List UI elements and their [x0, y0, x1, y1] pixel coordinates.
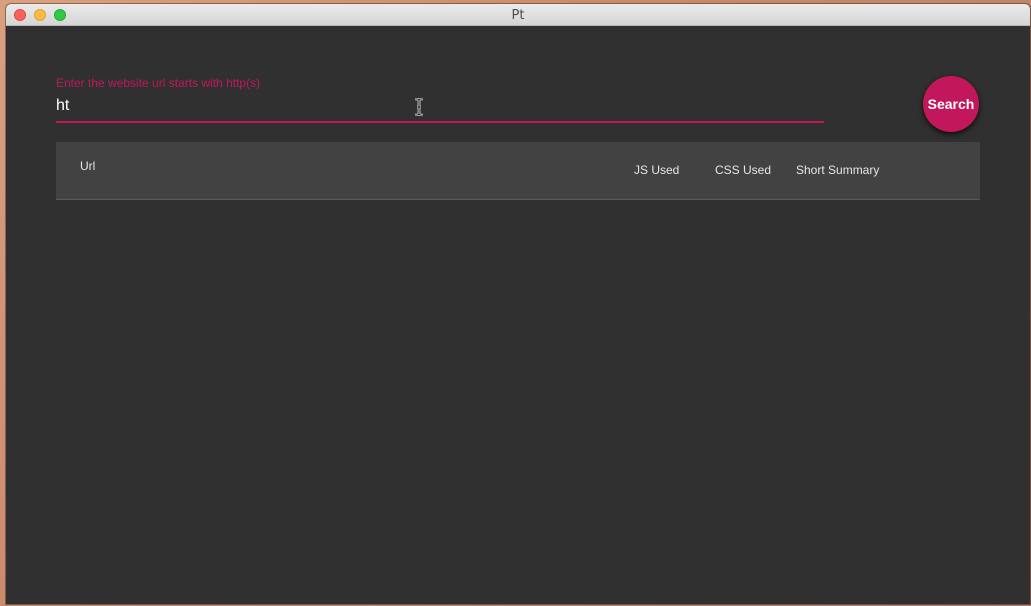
url-field-label: Enter the website url starts with http(s… — [56, 76, 261, 90]
app-window: Pt Enter the website url starts with htt… — [6, 4, 1030, 604]
column-header-js-used[interactable]: JS Used — [634, 163, 679, 177]
url-input[interactable] — [56, 94, 824, 118]
column-header-url[interactable]: Url — [80, 159, 95, 173]
column-header-short-summary[interactable]: Short Summary — [796, 163, 879, 177]
search-button[interactable]: Search — [923, 76, 979, 132]
results-table: Url JS Used CSS Used Short Summary — [56, 142, 980, 200]
text-cursor-icon — [415, 98, 423, 116]
column-header-css-used[interactable]: CSS Used — [715, 163, 771, 177]
url-field[interactable]: Enter the website url starts with http(s… — [56, 76, 824, 123]
window-title: Pt — [511, 8, 525, 23]
title-bar[interactable]: Pt — [6, 4, 1030, 26]
url-field-underline — [56, 121, 824, 123]
